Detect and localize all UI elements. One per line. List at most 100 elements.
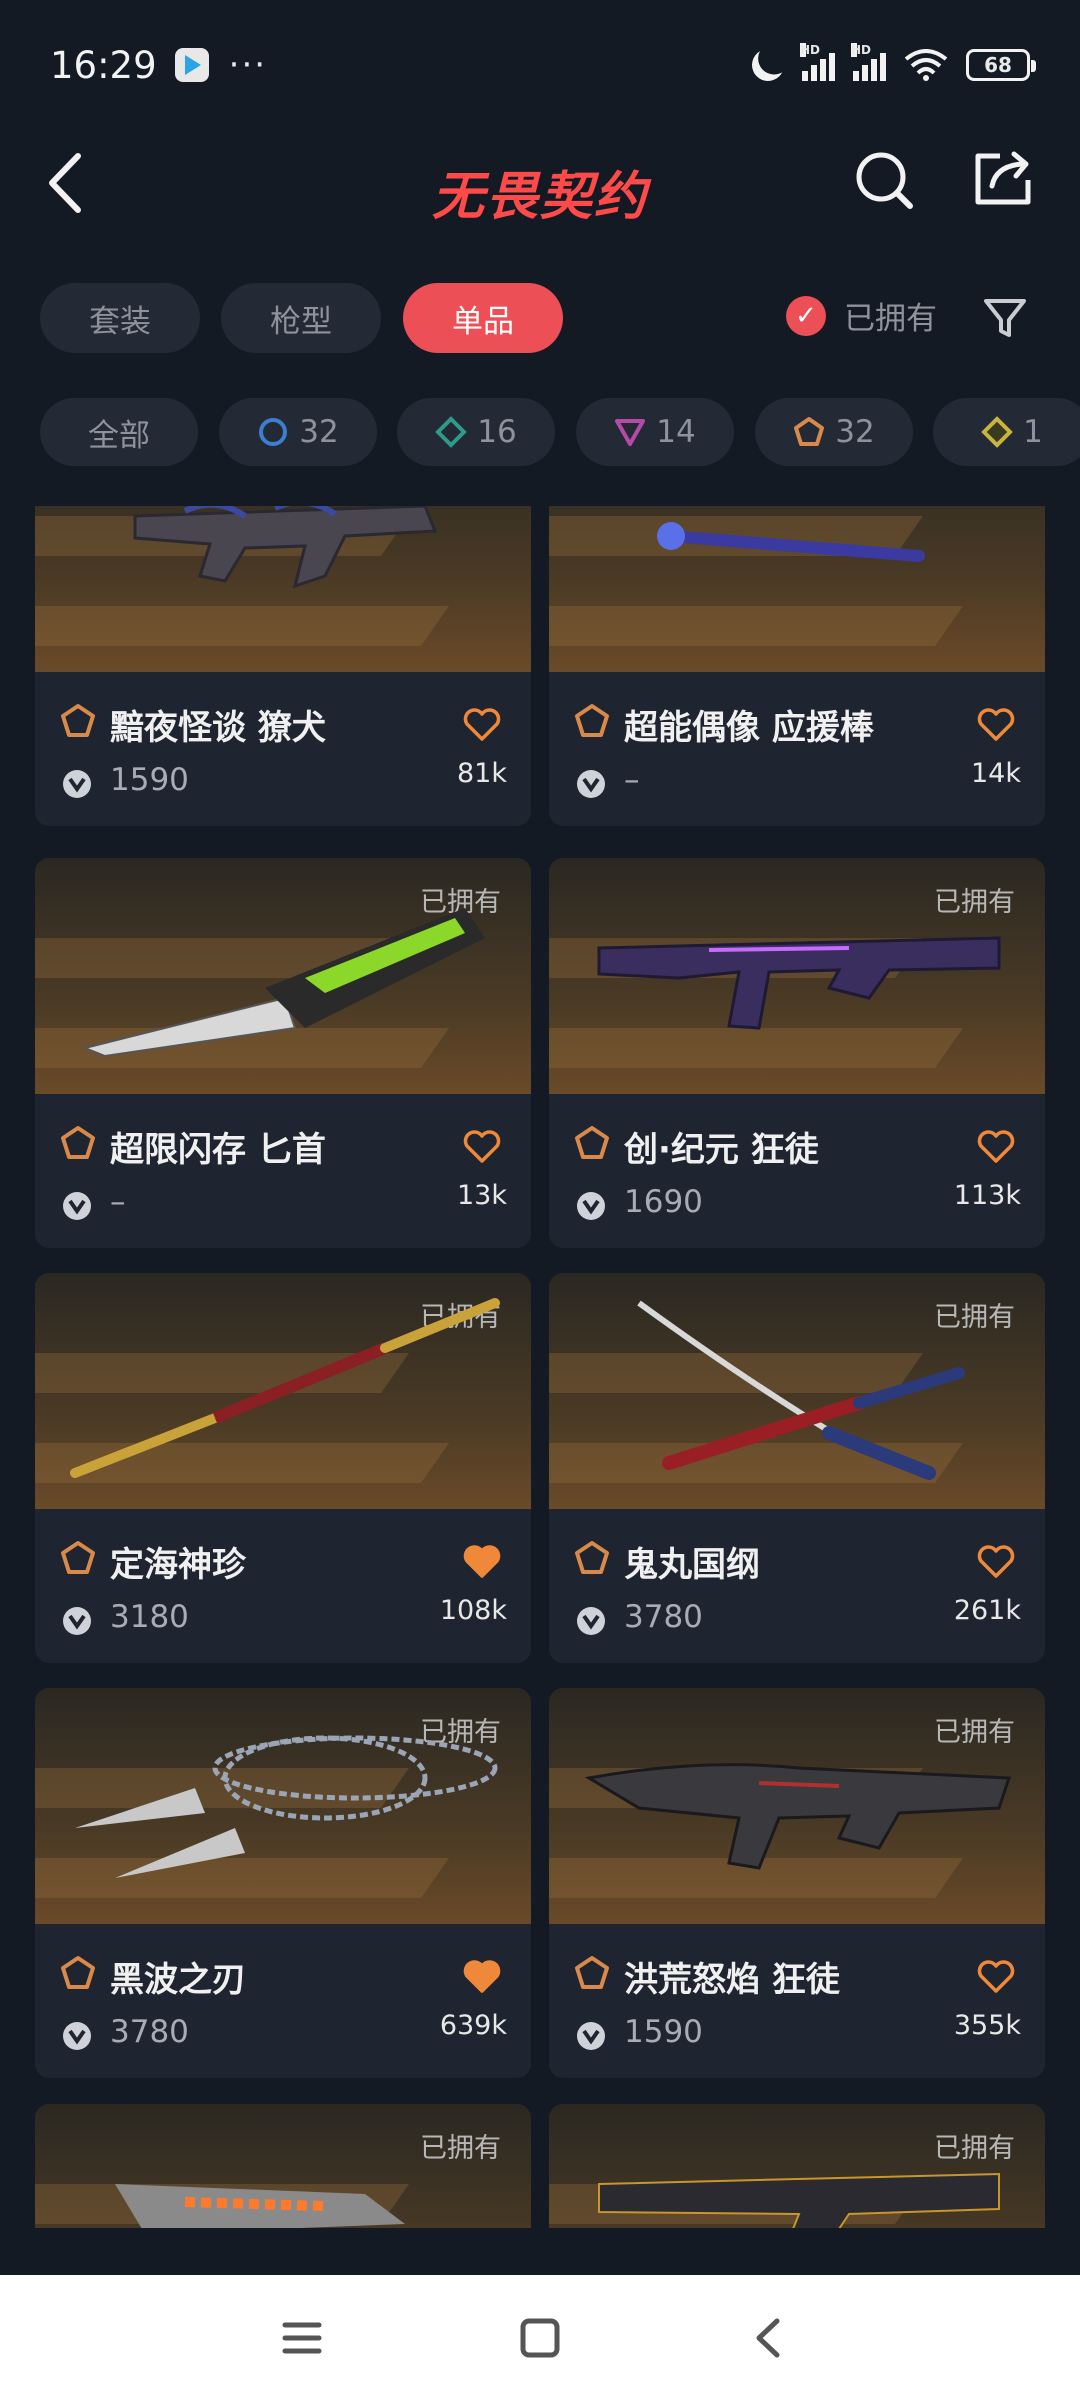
item-card[interactable]: 已拥有: [549, 2104, 1045, 2228]
item-price: 1690: [624, 1184, 703, 1220]
item-info: 鬼丸国纲 3780 261k: [549, 1509, 1045, 1663]
status-time: 16:29: [50, 43, 157, 87]
item-card[interactable]: 已拥有 定海神珍 3180 108k: [35, 1273, 531, 1663]
rarity-filter-premium[interactable]: 14: [576, 398, 734, 466]
vp-currency-icon: [577, 1192, 605, 1220]
system-back-button[interactable]: [745, 2313, 795, 2363]
item-image: 已拥有: [35, 1688, 531, 1924]
rarity-filter-ultra[interactable]: 1: [933, 398, 1080, 466]
rifle-skin-image: [133, 506, 438, 589]
item-card[interactable]: 黯夜怪谈 獠犬 1590 81k: [35, 506, 531, 826]
kunai-skin-image: [75, 1735, 498, 1878]
exclusive-tier-icon: [575, 1541, 609, 1574]
select-tier-icon: [259, 418, 288, 446]
item-image: [549, 506, 1045, 672]
item-price: –: [624, 762, 640, 798]
item-info: 定海神珍 3180 108k: [35, 1509, 531, 1663]
item-image: 已拥有: [549, 2104, 1045, 2228]
item-image: 已拥有: [549, 1273, 1045, 1509]
rarity-filter-select[interactable]: 32: [219, 398, 377, 466]
rarity-count: 14: [656, 414, 696, 450]
home-button[interactable]: [515, 2313, 565, 2363]
tab-single-items[interactable]: 单品: [403, 283, 563, 353]
item-image: 已拥有: [35, 2104, 531, 2228]
item-card[interactable]: 已拥有 黑波之刃 3780 639k: [35, 1688, 531, 2078]
item-card[interactable]: 已拥有 鬼丸国纲 3780 261k: [549, 1273, 1045, 1663]
status-bar: 16:29 ··· HD HD 68: [0, 0, 1080, 130]
rarity-filter-deluxe[interactable]: 16: [397, 398, 555, 466]
favorite-heart-button[interactable]: [977, 1130, 1015, 1164]
rifle-skin-image: [598, 2172, 1000, 2228]
item-card[interactable]: 超能偶像 应援棒 – 14k: [549, 506, 1045, 826]
item-image: 已拥有: [35, 858, 531, 1094]
favorite-heart-button[interactable]: [463, 1960, 501, 1994]
item-name: 鬼丸国纲: [624, 1545, 760, 1585]
item-grid: 黯夜怪谈 獠犬 1590 81k 超能偶像 应援棒 – 14k 已拥有 超限闪存…: [0, 506, 1080, 2228]
more-notifications-icon: ···: [228, 45, 268, 85]
signal-icon-1: HD: [800, 43, 835, 81]
item-card[interactable]: 已拥有 洪荒怒焰 狂徒 1590 355k: [549, 1688, 1045, 2078]
item-image: [35, 506, 531, 672]
deluxe-tier-icon: [435, 416, 468, 448]
favorite-heart-button[interactable]: [977, 1545, 1015, 1579]
like-count: 14k: [971, 758, 1021, 789]
rifle-skin-image: [584, 1763, 1012, 1870]
rarity-filter-row: 全部 32 16 14 32 1: [40, 398, 1080, 468]
item-name: 创·纪元 狂徒: [624, 1130, 819, 1170]
favorite-heart-button[interactable]: [463, 708, 501, 742]
item-card[interactable]: 已拥有 创·纪元 狂徒 1690 113k: [549, 858, 1045, 1248]
favorite-heart-button[interactable]: [463, 1130, 501, 1164]
menu-button[interactable]: [277, 2313, 327, 2363]
item-name: 超能偶像 应援棒: [624, 708, 874, 748]
like-count: 13k: [457, 1180, 507, 1211]
like-count: 639k: [439, 2010, 507, 2041]
rarity-filter-label: 全部: [88, 417, 150, 454]
exclusive-tier-icon: [61, 704, 95, 737]
vp-currency-icon: [577, 770, 605, 798]
tab-bundles[interactable]: 套装: [40, 283, 200, 353]
like-count: 355k: [953, 2010, 1021, 2041]
share-button[interactable]: [970, 144, 1036, 210]
item-image: 已拥有: [549, 1688, 1045, 1924]
rarity-filter-exclusive[interactable]: 32: [755, 398, 913, 466]
favorite-heart-button[interactable]: [463, 1545, 501, 1579]
item-info: 超限闪存 匕首 – 13k: [35, 1094, 531, 1248]
item-price: 1590: [624, 2014, 703, 2050]
exclusive-tier-icon: [575, 1126, 609, 1159]
item-name: 定海神珍: [110, 1545, 246, 1585]
exclusive-tier-icon: [794, 417, 825, 446]
item-price: 1590: [110, 762, 189, 798]
exclusive-tier-icon: [61, 1541, 95, 1574]
rarity-count: 16: [477, 414, 517, 450]
search-button[interactable]: [852, 148, 918, 214]
favorite-heart-button[interactable]: [977, 708, 1015, 742]
weapon-skin-image: [115, 2184, 405, 2228]
item-name: 超限闪存 匕首: [110, 1130, 326, 1170]
do-not-disturb-icon: [747, 44, 788, 85]
item-info: 黯夜怪谈 獠犬 1590 81k: [35, 672, 531, 826]
item-card[interactable]: 已拥有: [35, 2104, 531, 2228]
owned-tag: 已拥有: [420, 2133, 501, 2164]
rarity-count: 32: [835, 414, 875, 450]
item-info: 超能偶像 应援棒 – 14k: [549, 672, 1045, 826]
like-count: 261k: [953, 1595, 1021, 1626]
item-card[interactable]: 已拥有 超限闪存 匕首 – 13k: [35, 858, 531, 1248]
vp-currency-icon: [577, 1607, 605, 1635]
item-price: –: [110, 1184, 126, 1220]
rarity-filter-all[interactable]: 全部: [40, 398, 198, 466]
item-image: 已拥有: [549, 858, 1045, 1094]
category-tabs: 套装 枪型 单品 ✓ 已拥有: [40, 283, 1050, 353]
system-navigation-bar: [0, 2275, 1080, 2400]
glowstick-skin-image: [657, 522, 925, 562]
item-name: 黯夜怪谈 獠犬: [110, 708, 326, 748]
item-price: 3780: [110, 2014, 189, 2050]
knife-skin-image: [81, 908, 485, 1058]
item-name: 黑波之刃: [110, 1960, 246, 2000]
filter-button[interactable]: [980, 293, 1030, 343]
owned-filter-label: 已拥有: [844, 301, 937, 337]
app-header: 无畏契约: [0, 130, 1080, 240]
tab-weapon-types[interactable]: 枪型: [221, 283, 381, 353]
favorite-heart-button[interactable]: [977, 1960, 1015, 1994]
like-count: 108k: [439, 1595, 507, 1626]
owned-filter-toggle[interactable]: ✓ 已拥有: [786, 293, 937, 338]
